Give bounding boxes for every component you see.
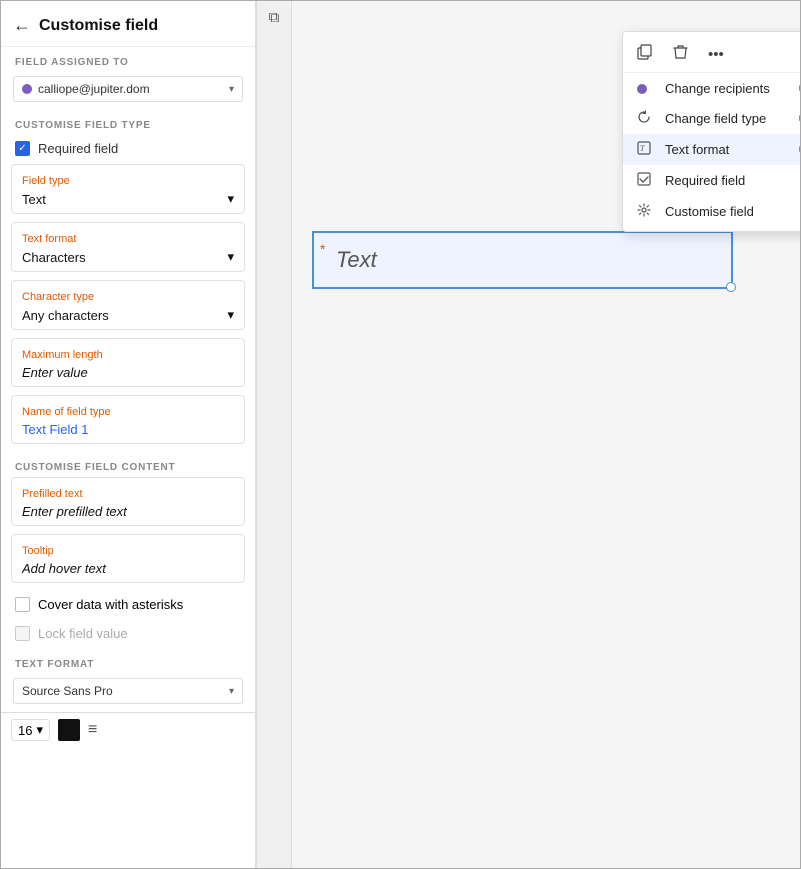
font-size-select[interactable]: 16 ▾ [11,719,50,741]
change-recipients-label: Change recipients [665,81,797,96]
context-menu: ••• Change recipients ► Change field [622,31,801,232]
copy-icon[interactable]: ⧉ [269,9,280,26]
customise-field-label-menu: Customise field [665,204,801,219]
menu-toolbar: ••• [623,36,801,73]
font-size-value: 16 [18,723,32,738]
font-size-chevron-icon: ▾ [36,722,43,738]
tooltip-placeholder[interactable]: Add hover text [22,561,106,576]
font-chevron-icon: ▾ [229,686,234,697]
tooltip-value-row: Add hover text [22,561,234,576]
text-field-preview: * Text [312,231,780,289]
menu-item-required-field[interactable]: Required field [623,165,801,196]
text-format-value-row[interactable]: Characters ▾ [22,249,234,265]
text-format-chevron-icon: ▾ [227,249,234,265]
bottom-toolbar: 16 ▾ ≡ [1,712,255,747]
tooltip-card: Tooltip Add hover text [11,534,245,583]
lock-field-row: Lock field value [1,620,255,649]
character-type-label: Character type [22,291,234,303]
field-assigned-section: calliope@jupiter.dom ▾ [1,72,255,110]
lock-field-checkbox[interactable] [15,626,30,641]
name-of-field-label: Name of field type [22,406,234,418]
font-name: Source Sans Pro [22,684,229,698]
menu-more-icon[interactable]: ••• [704,44,728,65]
assigned-email: calliope@jupiter.dom [38,82,229,96]
change-recipients-arrow-icon: ► [797,83,801,94]
svg-text:T: T [640,144,645,153]
text-format-section-label: TEXT FORMAT [1,649,255,674]
required-field-label: Required field [38,141,118,156]
resize-handle-icon[interactable] [726,282,736,292]
cover-data-label: Cover data with asterisks [38,597,183,612]
text-format-card: Text format Characters ▾ [11,222,245,272]
panel-header: ← Customise field [1,1,255,47]
customise-field-type-label: CUSTOMISE FIELD TYPE [1,110,255,135]
panel-title: Customise field [39,17,158,35]
menu-item-customise-field[interactable]: Customise field [623,196,801,227]
back-button[interactable]: ← [13,15,31,36]
refresh-icon [637,110,657,127]
field-type-chevron-icon: ▾ [227,191,234,207]
cover-data-row: Cover data with asterisks [1,591,255,620]
text-format-icon: T [637,141,657,158]
menu-copy-icon[interactable] [633,42,657,66]
field-type-label: Field type [22,175,234,187]
text-format-label-menu: Text format [665,142,797,157]
color-swatch[interactable] [58,719,80,741]
character-type-value: Any characters [22,308,109,323]
prefilled-text-label: Prefilled text [22,488,234,500]
character-type-card: Character type Any characters ▾ [11,280,245,330]
tooltip-label: Tooltip [22,545,234,557]
menu-item-change-field-type[interactable]: Change field type ► [623,103,801,134]
side-toolbar: ⧉ [256,1,292,868]
settings-icon [637,203,657,220]
character-type-value-row[interactable]: Any characters ▾ [22,307,234,323]
font-section: Source Sans Pro ▾ [1,674,255,712]
menu-item-text-format[interactable]: T Text format ► [623,134,801,165]
maximum-length-value-row: Enter value [22,365,234,380]
chevron-down-icon: ▾ [229,84,234,95]
field-type-value: Text [22,192,46,207]
maximum-length-placeholder[interactable]: Enter value [22,365,88,380]
menu-item-change-recipients[interactable]: Change recipients ► [623,73,801,103]
required-star-icon: * [320,241,325,257]
required-field-label-menu: Required field [665,173,801,188]
field-type-card: Field type Text ▾ [11,164,245,214]
left-panel: ← Customise field FIELD ASSIGNED TO call… [1,1,256,868]
text-preview-value: Text [336,247,377,272]
menu-delete-icon[interactable] [669,42,692,66]
text-field-box[interactable]: * Text [312,231,733,289]
prefilled-text-placeholder[interactable]: Enter prefilled text [22,504,127,519]
name-of-field-card: Name of field type Text Field 1 [11,395,245,444]
change-field-type-arrow-icon: ► [797,113,801,124]
align-button[interactable]: ≡ [88,721,97,739]
required-checkbox[interactable] [15,141,30,156]
field-type-value-row[interactable]: Text ▾ [22,191,234,207]
customise-field-content-label: CUSTOMISE FIELD CONTENT [1,452,255,477]
canvas-area: ••• Change recipients ► Change field [292,1,800,868]
app-window: ← Customise field FIELD ASSIGNED TO call… [0,0,801,869]
recipients-dot-icon [637,80,657,96]
assigned-dot [22,84,32,94]
name-of-field-value-row: Text Field 1 [22,422,234,437]
character-type-chevron-icon: ▾ [227,307,234,323]
maximum-length-card: Maximum length Enter value [11,338,245,387]
maximum-length-label: Maximum length [22,349,234,361]
name-of-field-value: Text Field 1 [22,422,88,437]
text-format-label: Text format [22,233,234,245]
cover-data-checkbox[interactable] [15,597,30,612]
prefilled-text-value-row: Enter prefilled text [22,504,234,519]
required-field-row: Required field [1,135,255,164]
text-format-arrow-icon: ► [797,144,801,155]
field-assigned-label: FIELD ASSIGNED TO [1,47,255,72]
lock-field-label: Lock field value [38,626,128,641]
font-dropdown[interactable]: Source Sans Pro ▾ [13,678,243,704]
assigned-dropdown[interactable]: calliope@jupiter.dom ▾ [13,76,243,102]
checkbox-icon [637,172,657,189]
prefilled-text-card: Prefilled text Enter prefilled text [11,477,245,526]
text-format-value: Characters [22,250,86,265]
change-field-type-label: Change field type [665,111,797,126]
